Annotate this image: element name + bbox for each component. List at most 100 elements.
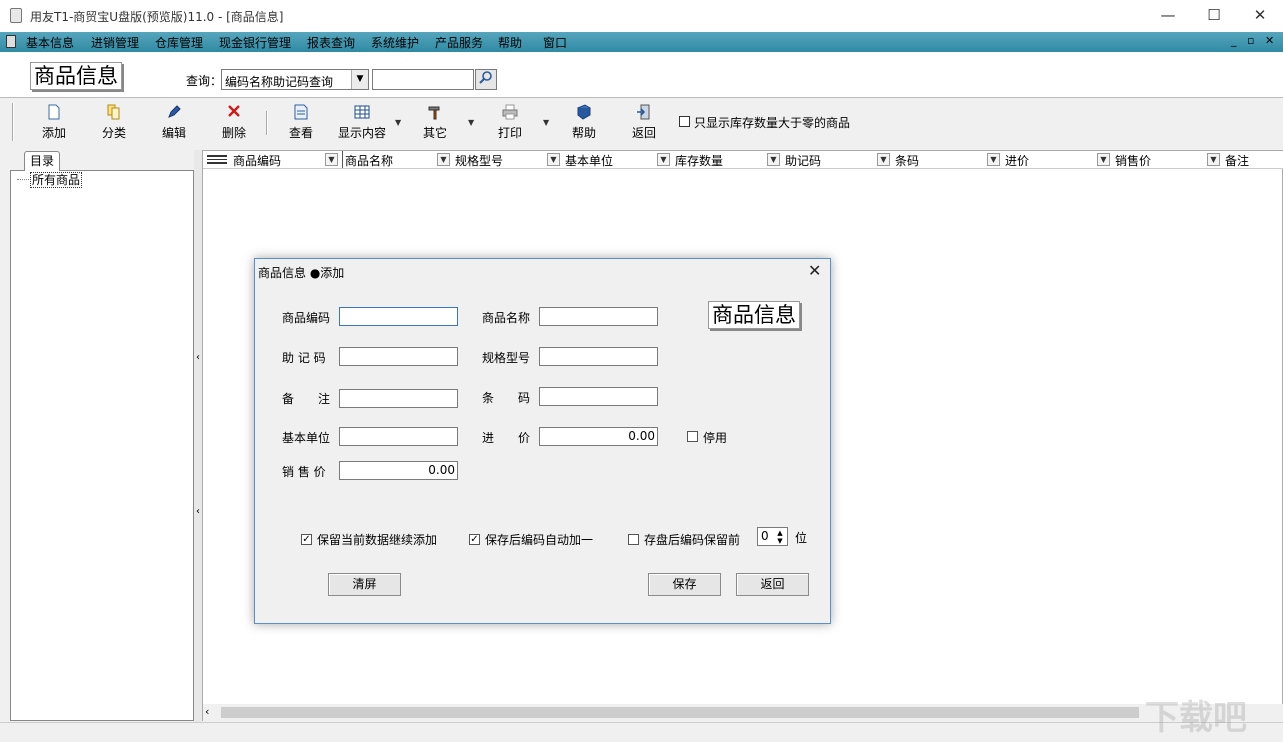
other-label: 其它 <box>422 126 447 140</box>
return-label: 返回 <box>631 126 656 140</box>
toolbar-grip <box>12 103 14 141</box>
menu-system[interactable]: 系统维护 <box>371 34 419 51</box>
back-button[interactable]: 返回 <box>736 573 809 596</box>
mdi-close-button[interactable]: ✕ <box>1265 34 1274 47</box>
view-button[interactable]: 查看 <box>276 102 326 142</box>
chevron-down-icon[interactable]: ▼ <box>351 70 368 89</box>
display-content-button[interactable]: 显示内容 <box>332 102 392 142</box>
menu-warehouse[interactable]: 仓库管理 <box>155 34 203 51</box>
printer-icon <box>502 104 518 120</box>
chevron-down-icon[interactable]: ▼ <box>1097 153 1110 166</box>
edit-button[interactable]: 编辑 <box>149 102 199 142</box>
product-add-dialog: 商品信息 ●添加 ✕ 商品信息 商品编码 商品名称 助 记 码 规格型号 备 注… <box>254 258 831 624</box>
other-button[interactable]: 其它 <box>410 102 460 142</box>
chevron-up-icon[interactable]: ▲ <box>774 529 786 537</box>
edit-label: 编辑 <box>161 126 186 140</box>
watermark: 下载吧 <box>1145 698 1247 738</box>
help-button[interactable]: 帮助 <box>559 102 609 142</box>
chevron-down-icon[interactable]: ▼ <box>767 153 780 166</box>
menu-basic-info[interactable]: 基本信息 <box>26 34 74 51</box>
keep-prefix-checkbox[interactable] <box>628 534 639 545</box>
keep-data-checkbox[interactable]: ✓ <box>301 534 312 545</box>
return-button[interactable]: 返回 <box>619 102 669 142</box>
chevron-down-icon[interactable]: ▼ <box>325 153 338 166</box>
chevron-down-icon[interactable]: ▼ <box>774 537 786 545</box>
toolbar: 添加 分类 编辑 删除 查看 显示内容 ▼ 其它 ▼ 打印 ▼ 帮助 返回 只显… <box>0 99 1283 145</box>
spec-field[interactable] <box>539 347 658 366</box>
barcode-field[interactable] <box>539 387 658 406</box>
column-header-cost[interactable]: 进价 <box>1005 152 1029 169</box>
document-icon[interactable] <box>6 35 16 48</box>
chevron-down-icon[interactable]: ▼ <box>1207 153 1220 166</box>
prefix-digits-stepper[interactable]: 0 ▲ ▼ <box>757 527 788 546</box>
mnemonic-field[interactable] <box>339 347 458 366</box>
mdi-minimize-button[interactable]: _ <box>1231 34 1237 47</box>
menu-services[interactable]: 产品服务 <box>435 34 483 51</box>
collapse-left-icon[interactable]: ‹ <box>194 352 202 363</box>
status-bar <box>0 722 1283 742</box>
column-chooser-icon[interactable] <box>207 155 227 164</box>
chevron-down-icon[interactable]: ▼ <box>987 153 1000 166</box>
chevron-down-icon[interactable]: ▼ <box>657 153 670 166</box>
delete-button[interactable]: 删除 <box>209 102 259 142</box>
code-field[interactable] <box>339 307 458 326</box>
search-icon[interactable] <box>475 69 497 90</box>
menu-cash-bank[interactable]: 现金银行管理 <box>219 34 291 51</box>
column-header-mnemonic[interactable]: 助记码 <box>785 152 821 169</box>
column-header-price[interactable]: 销售价 <box>1115 152 1151 169</box>
horizontal-scrollbar[interactable]: ‹ <box>203 704 1283 721</box>
tab-catalog[interactable]: 目录 <box>24 151 60 171</box>
barcode-label: 条 码 <box>482 391 531 405</box>
price-label: 销 售 价 <box>282 465 326 479</box>
minimize-button[interactable]: — <box>1145 0 1191 30</box>
column-header-barcode[interactable]: 条码 <box>895 152 919 169</box>
clear-button[interactable]: 清屏 <box>328 573 401 596</box>
menu-purchase-sales[interactable]: 进销管理 <box>91 34 139 51</box>
print-button[interactable]: 打印 <box>485 102 535 142</box>
save-button[interactable]: 保存 <box>648 573 721 596</box>
scroll-left-icon[interactable]: ‹ <box>205 705 209 718</box>
other-dropdown-icon[interactable]: ▼ <box>468 118 474 127</box>
disabled-checkbox[interactable] <box>687 431 698 442</box>
auto-increment-checkbox[interactable]: ✓ <box>469 534 480 545</box>
cost-field[interactable]: 0.00 <box>539 427 658 446</box>
column-header-name[interactable]: 商品名称 <box>345 152 393 169</box>
maximize-button[interactable]: ☐ <box>1191 0 1237 30</box>
close-button[interactable]: ✕ <box>1237 0 1283 30</box>
prefix-digits-value: 0 <box>761 529 769 543</box>
price-field[interactable]: 0.00 <box>339 461 458 480</box>
chevron-down-icon[interactable]: ▼ <box>437 153 450 166</box>
column-header-unit[interactable]: 基本单位 <box>565 152 613 169</box>
remark-field[interactable] <box>339 389 458 408</box>
close-icon[interactable]: ✕ <box>808 261 821 280</box>
menu-window[interactable]: 窗口 <box>543 34 567 51</box>
add-button[interactable]: 添加 <box>29 102 79 142</box>
column-header-code[interactable]: 商品编码 <box>233 152 281 169</box>
tree-item-all-products[interactable]: 所有商品 <box>30 172 83 188</box>
keep-prefix-label: 存盘后编码保留前 <box>644 533 741 547</box>
delete-label: 删除 <box>221 126 246 140</box>
column-header-stock[interactable]: 库存数量 <box>675 152 723 169</box>
column-header-spec[interactable]: 规格型号 <box>455 152 503 169</box>
menu-help[interactable]: 帮助 <box>498 34 522 51</box>
display-content-dropdown-icon[interactable]: ▼ <box>395 118 401 127</box>
query-mode-value: 编码名称助记码查询 <box>225 75 334 89</box>
mnemonic-label: 助 记 码 <box>282 351 326 365</box>
name-field[interactable] <box>539 307 658 326</box>
positive-stock-checkbox[interactable] <box>679 116 690 127</box>
category-button[interactable]: 分类 <box>89 102 139 142</box>
scrollbar-thumb[interactable] <box>221 707 1139 718</box>
dialog-title: 商品信息 ●添加 <box>258 266 345 280</box>
column-divider[interactable] <box>342 151 343 168</box>
query-input[interactable] <box>372 69 474 90</box>
unit-field[interactable] <box>339 427 458 446</box>
chevron-down-icon[interactable]: ▼ <box>547 153 560 166</box>
panel-splitter[interactable]: ‹ ‹ <box>194 150 202 722</box>
column-header-remark[interactable]: 备注 <box>1225 152 1249 169</box>
menu-reports[interactable]: 报表查询 <box>307 34 355 51</box>
mdi-restore-button[interactable]: ▫ <box>1247 34 1254 47</box>
expand-left-icon[interactable]: ‹ <box>194 506 202 517</box>
query-mode-select[interactable]: 编码名称助记码查询 ▼ <box>221 69 369 90</box>
print-dropdown-icon[interactable]: ▼ <box>543 118 549 127</box>
chevron-down-icon[interactable]: ▼ <box>877 153 890 166</box>
